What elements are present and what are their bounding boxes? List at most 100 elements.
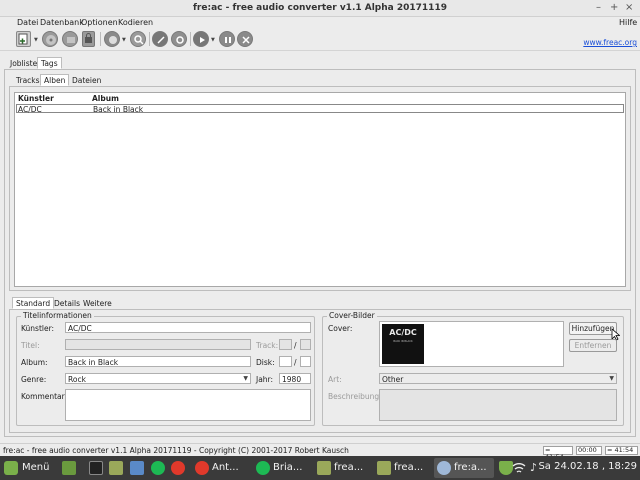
album-field[interactable]: Back in Black <box>65 356 251 367</box>
taskbar-task-bria[interactable]: Bria... <box>273 460 302 476</box>
wifi-icon[interactable] <box>512 461 526 475</box>
titel-field <box>65 339 251 350</box>
beschreibung-label: Beschreibung: <box>328 392 382 401</box>
edit-icon[interactable] <box>152 31 168 47</box>
status-text: fre:ac - free audio converter v1.1 Alpha… <box>3 446 349 455</box>
cell-artist: AC/DC <box>18 105 42 114</box>
status-remaining-time: = 41:54 <box>605 446 638 455</box>
kuenstler-label: Künstler: <box>21 324 55 333</box>
cd-icon[interactable] <box>42 31 58 47</box>
cover-art-subtitle: BACK IN BLACK <box>393 340 413 343</box>
search-icon[interactable] <box>130 31 146 47</box>
genre-label: Genre: <box>21 375 47 384</box>
chevron-down-icon: ▼ <box>243 375 248 382</box>
menu-datenbank[interactable]: Datenbank <box>40 18 84 27</box>
cover-art-logo: AC/DC <box>389 328 417 337</box>
screenshot-icon[interactable] <box>130 461 144 475</box>
hinzufuegen-button[interactable]: Hinzufügen <box>569 322 617 335</box>
cd-download-icon[interactable] <box>104 31 120 47</box>
menu-bar: Datei Datenbank Optionen Kodieren Hilfe <box>0 17 640 29</box>
cover-list[interactable]: AC/DC BACK IN BLACK <box>379 321 564 367</box>
titel-label: Titel: <box>21 341 40 350</box>
taskbar-task-frea-1[interactable]: frea... <box>334 460 363 476</box>
taskbar-menu-button[interactable]: Menü <box>22 460 49 476</box>
menu-kodieren[interactable]: Kodieren <box>118 18 153 27</box>
group-label: Cover-Bilder <box>327 311 377 320</box>
play-icon[interactable] <box>193 31 209 47</box>
art-select: Other ▼ <box>379 373 617 384</box>
taskbar-task-frea-2[interactable]: frea... <box>394 460 423 476</box>
toolbar-separator <box>190 32 191 46</box>
kommentar-field[interactable] <box>65 389 311 421</box>
chevron-down-icon[interactable]: ▼ <box>122 37 126 43</box>
gear-icon[interactable] <box>171 31 187 47</box>
jahr-label: Jahr: <box>256 375 274 384</box>
track-total-field <box>300 339 311 350</box>
genre-select[interactable]: Rock ▼ <box>65 373 251 384</box>
terminal-icon[interactable] <box>89 461 103 475</box>
cover-label: Cover: <box>328 324 353 333</box>
shield-icon[interactable] <box>499 461 513 475</box>
music-note-icon[interactable]: ♪ <box>530 461 537 474</box>
chevron-down-icon[interactable]: ▼ <box>211 37 215 43</box>
column-header-album[interactable]: Album <box>92 94 119 103</box>
folder-task-icon <box>317 461 331 475</box>
track-field <box>279 339 292 350</box>
tab-weitere[interactable]: Weitere <box>79 297 116 309</box>
tab-dateien[interactable]: Dateien <box>68 74 105 86</box>
taskbar-clock[interactable]: Sa 24.02.18 , 18:29 <box>538 461 637 472</box>
track-label: Track: <box>256 341 279 350</box>
art-label: Art: <box>328 375 342 384</box>
chevron-down-icon: ▼ <box>609 375 614 382</box>
window-title: fre:ac - free audio converter v1.1 Alpha… <box>193 3 447 13</box>
entfernen-button: Entfernen <box>569 339 617 352</box>
art-value: Other <box>382 375 404 384</box>
maximize-button[interactable]: + <box>610 2 618 13</box>
minimize-button[interactable]: – <box>596 2 601 13</box>
spotify-icon[interactable] <box>151 461 165 475</box>
toolbar: ▼ ▼ ▼ www.freac.org <box>0 29 640 51</box>
kommentar-label: Kommentar: <box>21 392 68 401</box>
taskbar-task-ant[interactable]: Ant... <box>212 460 239 476</box>
freac-website-link[interactable]: www.freac.org <box>583 38 637 47</box>
taskbar-task-freac[interactable]: fre:a... <box>454 460 487 476</box>
stop-icon[interactable] <box>237 31 253 47</box>
taskbar: Menü Ant... Bria... frea... frea... fre:… <box>0 456 640 480</box>
status-elapsed-time: 00:00 <box>576 446 602 455</box>
album-table[interactable]: Künstler Album AC/DC Back in Black <box>14 92 626 287</box>
cddb-query-icon[interactable] <box>62 31 78 47</box>
group-label: Titelinformationen <box>21 311 94 320</box>
column-header-kuenstler[interactable]: Künstler <box>18 94 54 103</box>
status-total-time: = 41:54 <box>543 446 573 461</box>
menu-hilfe[interactable]: Hilfe <box>619 18 637 27</box>
disk-field[interactable] <box>279 356 292 367</box>
mint-menu-icon[interactable] <box>4 461 18 475</box>
chrome-icon[interactable] <box>171 461 185 475</box>
chevron-down-icon[interactable]: ▼ <box>34 37 38 43</box>
disk-total-field[interactable] <box>300 356 311 367</box>
slash-label: / <box>294 341 297 350</box>
genre-value: Rock <box>68 375 86 384</box>
tab-jobliste[interactable]: Jobliste <box>6 57 41 69</box>
show-desktop-icon[interactable] <box>62 461 76 475</box>
add-file-icon[interactable] <box>16 31 31 47</box>
cover-art-image[interactable]: AC/DC BACK IN BLACK <box>382 324 424 364</box>
tab-tracks[interactable]: Tracks <box>12 74 44 86</box>
menu-datei[interactable]: Datei <box>17 18 38 27</box>
slash-label: / <box>294 358 297 367</box>
tab-tags[interactable]: Tags <box>37 57 62 69</box>
beschreibung-field <box>379 389 617 421</box>
spotify-task-icon <box>256 461 270 475</box>
cddb-submit-icon[interactable] <box>82 31 95 47</box>
tab-alben[interactable]: Alben <box>40 74 70 86</box>
album-label: Album: <box>21 358 48 367</box>
menu-optionen[interactable]: Optionen <box>81 18 118 27</box>
pause-icon[interactable] <box>219 31 235 47</box>
kuenstler-field[interactable]: AC/DC <box>65 322 311 333</box>
file-manager-icon[interactable] <box>109 461 123 475</box>
table-row[interactable]: AC/DC Back in Black <box>16 104 624 114</box>
jahr-field[interactable]: 1980 <box>279 373 311 384</box>
tab-standard[interactable]: Standard <box>12 297 55 309</box>
title-bar: fre:ac - free audio converter v1.1 Alpha… <box>0 0 640 17</box>
close-button[interactable]: × <box>625 2 633 13</box>
